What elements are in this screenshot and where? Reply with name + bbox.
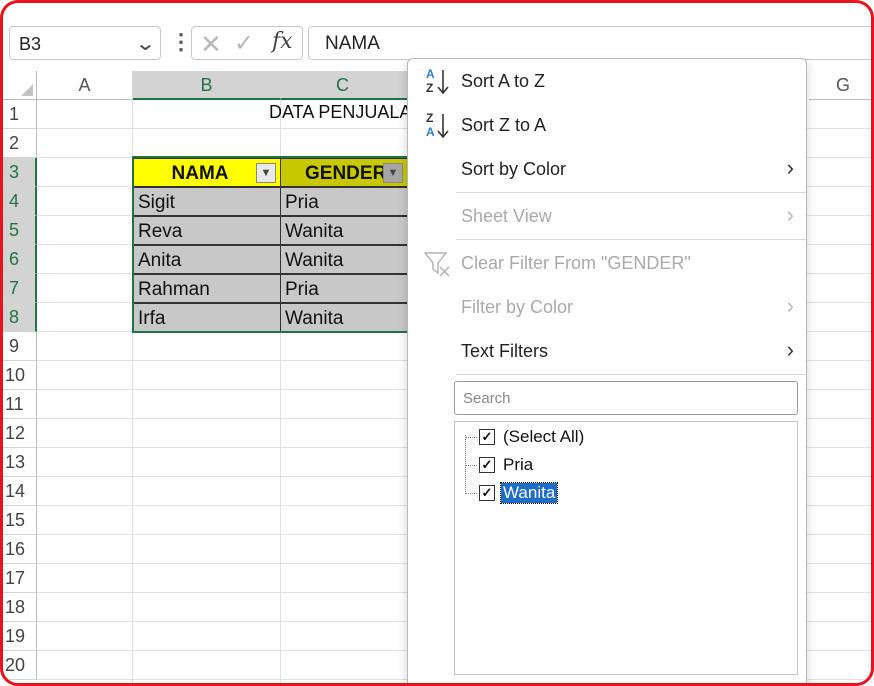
table-cell[interactable]: Anita: [133, 245, 281, 274]
table-cell[interactable]: Sigit: [133, 187, 281, 216]
row-header[interactable]: 12: [3, 419, 37, 448]
name-box[interactable]: B3 ⌄: [9, 26, 161, 60]
row-header[interactable]: 2: [3, 129, 37, 158]
row-header[interactable]: 6: [3, 245, 37, 274]
header-label: GENDER: [305, 163, 387, 184]
menu-label: Sheet View: [461, 206, 552, 226]
svg-text:Z: Z: [426, 111, 433, 125]
chevron-down-icon[interactable]: ⌄: [135, 31, 157, 56]
table-cell[interactable]: Pria: [280, 274, 408, 303]
table-cell[interactable]: Wanita: [280, 216, 408, 245]
list-item-label: Pria: [503, 455, 534, 474]
row-header[interactable]: 5: [3, 216, 37, 245]
row-header[interactable]: 4: [3, 187, 37, 216]
chevron-right-icon: ›: [786, 293, 794, 318]
filter-dropdown-icon[interactable]: ▼: [383, 163, 403, 183]
menu-label: Text Filters: [461, 341, 549, 361]
filter-dropdown-icon[interactable]: ▼: [256, 163, 276, 183]
checkbox[interactable]: ✓: [479, 429, 495, 445]
row-header[interactable]: 9: [3, 332, 37, 361]
formula-value: NAMA: [325, 33, 380, 54]
excel-window: B3 ⌄ ⋮ ✕ ✓ fx NAMA A B C G 1 2 3 4 5 6 7…: [0, 0, 874, 686]
sort-by-color-item[interactable]: Sort by Color ›: [408, 149, 806, 189]
sheet-view-item: Sheet View ›: [408, 196, 806, 236]
sort-z-to-a-item[interactable]: Z A Sort Z to A: [408, 105, 806, 145]
row-header[interactable]: 3: [3, 158, 37, 187]
menu-label: Sort A to Z: [461, 71, 546, 91]
row-header[interactable]: 15: [3, 506, 37, 535]
column-header-b[interactable]: B: [133, 71, 281, 100]
autofilter-menu: A Z Sort A to Z Z A Sort Z to A Sort by …: [407, 58, 807, 683]
svg-text:Z: Z: [426, 81, 433, 95]
row-header[interactable]: 7: [3, 274, 37, 303]
table-cell[interactable]: Wanita: [280, 245, 408, 274]
sheet-title[interactable]: DATA PENJUALA: [269, 102, 411, 123]
column-header-g[interactable]: G: [809, 71, 871, 100]
menu-label: Clear Filter From "GENDER": [461, 253, 691, 273]
row-header[interactable]: 20: [3, 651, 37, 680]
table-cell[interactable]: Rahman: [133, 274, 281, 303]
filter-values-list[interactable]: ✓ (Select All) ✓ Pria ✓ Wanita: [454, 421, 798, 675]
chevron-right-icon: ›: [786, 202, 794, 227]
table-cell[interactable]: Irfa: [133, 303, 281, 332]
list-item-label: (Select All): [503, 427, 585, 446]
list-item-label: Wanita: [499, 482, 559, 504]
row-header[interactable]: 8: [3, 303, 37, 332]
row-header[interactable]: 16: [3, 535, 37, 564]
row-header[interactable]: 1: [3, 100, 37, 129]
fx-icon[interactable]: fx: [272, 29, 293, 54]
row-header[interactable]: 13: [3, 448, 37, 477]
formula-input[interactable]: NAMA: [308, 26, 871, 60]
checkbox[interactable]: ✓: [479, 485, 495, 501]
tree-connector: [465, 435, 466, 492]
menu-label: Filter by Color: [461, 297, 574, 317]
menu-label: Sort Z to A: [461, 115, 547, 135]
x-icon[interactable]: ✕: [200, 29, 222, 60]
sort-descending-icon: Z A: [426, 111, 449, 139]
table-cell[interactable]: Reva: [133, 216, 281, 245]
clear-filter-icon: [423, 252, 450, 277]
row-header[interactable]: 14: [3, 477, 37, 506]
menu-label: Sort by Color: [461, 159, 567, 179]
search-input[interactable]: [455, 382, 797, 414]
chevron-right-icon: ›: [786, 155, 794, 180]
check-icon[interactable]: ✓: [234, 29, 254, 58]
header-label: NAMA: [171, 163, 229, 184]
table-cell[interactable]: Pria: [280, 187, 408, 216]
row-header[interactable]: 10: [3, 361, 37, 390]
svg-text:A: A: [426, 67, 435, 81]
filter-by-color-item: Filter by Color ›: [408, 287, 806, 327]
svg-text:A: A: [426, 125, 435, 139]
table-cell[interactable]: Wanita: [280, 303, 408, 332]
column-header-a[interactable]: A: [37, 71, 133, 100]
row-header[interactable]: 18: [3, 593, 37, 622]
row-header[interactable]: 19: [3, 622, 37, 651]
chevron-right-icon: ›: [786, 337, 794, 362]
checkbox[interactable]: ✓: [479, 457, 495, 473]
select-all-corner[interactable]: [3, 71, 37, 100]
more-options-icon[interactable]: ⋮: [170, 29, 192, 55]
formula-actions: ✕ ✓ fx: [191, 26, 303, 60]
sort-ascending-icon: A Z: [426, 67, 449, 95]
name-box-value: B3: [19, 34, 42, 54]
text-filters-item[interactable]: Text Filters ›: [408, 331, 806, 371]
filter-search-box[interactable]: [454, 381, 798, 415]
clear-filter-item: Clear Filter From "GENDER": [408, 243, 806, 283]
row-header[interactable]: 17: [3, 564, 37, 593]
row-header[interactable]: 11: [3, 390, 37, 419]
sort-a-to-z-item[interactable]: A Z Sort A to Z: [408, 61, 806, 101]
column-header-c[interactable]: C: [281, 71, 409, 100]
